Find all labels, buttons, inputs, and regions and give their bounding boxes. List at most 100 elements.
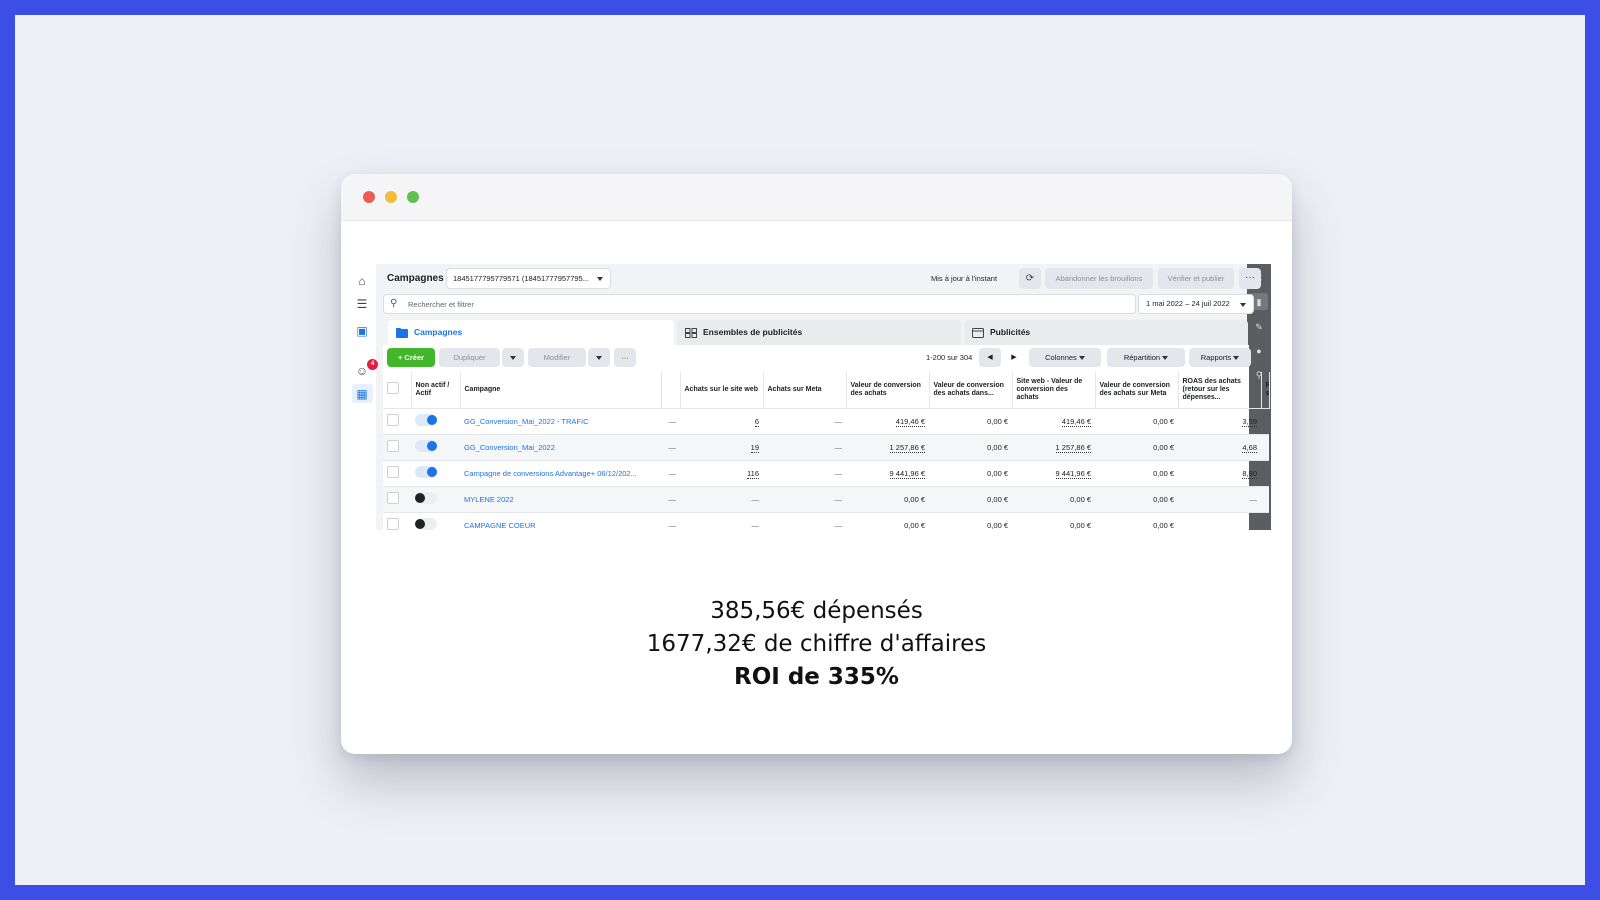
left-nav: ⌂ ☰ ▣ ☺ 4 ▦ bbox=[348, 264, 378, 530]
notification-badge: 4 bbox=[367, 359, 378, 370]
cell-value[interactable]: 419,46 € bbox=[1061, 416, 1091, 427]
table-row[interactable]: GG_Conversion_Mai_2022 - TRAFIC — 6 — 41… bbox=[383, 408, 1269, 435]
close-window-button[interactable] bbox=[363, 191, 375, 203]
status-toggle[interactable] bbox=[415, 466, 437, 478]
status-toggle[interactable] bbox=[415, 492, 437, 504]
toggle-knob bbox=[427, 467, 437, 477]
menu-icon[interactable]: ☰ bbox=[355, 297, 369, 311]
account-icon[interactable]: ▣ bbox=[355, 324, 369, 338]
more-options-button[interactable]: ··· bbox=[1239, 268, 1261, 289]
review-publish-button[interactable]: Vérifier et publier bbox=[1158, 268, 1234, 289]
cell-value[interactable]: 116 bbox=[747, 468, 759, 479]
status-toggle[interactable] bbox=[415, 440, 437, 452]
table-row[interactable]: MYLENE 2022 — — — 0,00 € 0,00 € 0,00 € 0… bbox=[383, 486, 1269, 513]
search-filter-bar[interactable]: ⚲ Rechercher et filtrer bbox=[383, 294, 1136, 314]
home-icon[interactable]: ⌂ bbox=[355, 274, 369, 288]
table-row[interactable]: CAMPAGNE COEUR — — — 0,00 € 0,00 € 0,00 … bbox=[383, 512, 1269, 530]
cell bbox=[1261, 512, 1269, 530]
maximize-window-button[interactable] bbox=[407, 191, 419, 203]
campaign-name-link[interactable]: GG_Conversion_Mai_2022 bbox=[460, 434, 661, 461]
row-status bbox=[411, 434, 460, 461]
reports-button[interactable]: Rapports bbox=[1189, 348, 1251, 367]
status-toggle[interactable] bbox=[415, 414, 437, 426]
previous-page-button[interactable]: ◀ bbox=[979, 348, 1001, 367]
edit-button[interactable]: Modifier bbox=[528, 348, 586, 367]
table-icon[interactable]: ▦ bbox=[355, 387, 369, 401]
minimize-window-button[interactable] bbox=[385, 191, 397, 203]
cell: — bbox=[661, 512, 680, 530]
cell-value[interactable]: 419,46 € bbox=[895, 416, 925, 427]
cell: 0,00 € bbox=[1095, 434, 1178, 461]
cell: — bbox=[680, 512, 763, 530]
duplicate-button[interactable]: Dupliquer bbox=[439, 348, 500, 367]
tab-ads[interactable]: Publicités bbox=[964, 320, 1248, 345]
more-actions-button[interactable]: ··· bbox=[614, 348, 636, 367]
cell: 8,90 bbox=[1178, 460, 1261, 487]
row-checkbox[interactable] bbox=[387, 492, 399, 504]
chart-icon[interactable]: ▮ bbox=[1252, 295, 1266, 309]
cell-value[interactable]: 9 441,96 € bbox=[1055, 468, 1091, 479]
meta-conv-value-header[interactable]: Valeur de conversion des achats sur Meta bbox=[1095, 372, 1179, 409]
cell-value[interactable]: 4,68 bbox=[1242, 442, 1257, 453]
tab-label: Ensembles de publicités bbox=[703, 327, 803, 337]
refresh-button[interactable]: ⟳ bbox=[1019, 268, 1041, 289]
chevron-down-icon bbox=[1162, 356, 1169, 361]
duplicate-menu-button[interactable] bbox=[502, 348, 524, 367]
roas-header[interactable]: ROAS des achats (retour sur les dépenses… bbox=[1178, 372, 1262, 409]
cell-value[interactable]: 6 bbox=[754, 416, 759, 427]
updated-status: Mis à jour à l'instant bbox=[931, 274, 998, 283]
pencil-icon[interactable]: ✎ bbox=[1252, 320, 1266, 334]
campaign-name-link[interactable]: CAMPAGNE COEUR bbox=[460, 512, 661, 530]
chevron-down-icon bbox=[510, 356, 516, 361]
row-checkbox[interactable] bbox=[387, 414, 399, 426]
campaign-name-link[interactable]: Campagne de conversions Advantage+ 06/12… bbox=[460, 460, 661, 487]
status-header[interactable]: Non actif / Actif bbox=[411, 372, 461, 409]
edit-menu-button[interactable] bbox=[588, 348, 610, 367]
campaign-name-link[interactable]: MYLENE 2022 bbox=[460, 486, 661, 513]
row-checkbox[interactable] bbox=[387, 440, 399, 452]
cell-value[interactable]: 19 bbox=[750, 442, 759, 453]
ad-icon bbox=[972, 328, 984, 338]
table-header-row: Non actif / Actif Campagne Achats sur le… bbox=[383, 372, 1270, 409]
columns-button[interactable]: Colonnes bbox=[1029, 348, 1101, 367]
cell: 0,00 € bbox=[1012, 512, 1095, 530]
tab-campaigns[interactable]: Campagnes bbox=[388, 320, 674, 345]
meta-purchases-header[interactable]: Achats sur Meta bbox=[763, 372, 847, 409]
web-purchases-header[interactable]: Achats sur le site web bbox=[680, 372, 764, 409]
breakdown-button[interactable]: Répartition bbox=[1107, 348, 1185, 367]
search-input[interactable]: Rechercher et filtrer bbox=[408, 300, 474, 309]
cell: — bbox=[763, 408, 846, 435]
row-select bbox=[383, 460, 411, 487]
extra-header[interactable]: P s bbox=[1261, 372, 1270, 409]
campaign-name-link[interactable]: GG_Conversion_Mai_2022 - TRAFIC bbox=[460, 408, 661, 435]
row-checkbox[interactable] bbox=[387, 518, 399, 530]
next-page-button[interactable]: ▶ bbox=[1003, 348, 1025, 367]
cell-value[interactable]: 9 441,96 € bbox=[889, 468, 925, 479]
cell: 0,00 € bbox=[929, 408, 1012, 435]
web-conv-value-header[interactable]: Site web - Valeur de conversion des acha… bbox=[1012, 372, 1096, 409]
row-checkbox[interactable] bbox=[387, 466, 399, 478]
sort-header[interactable] bbox=[661, 372, 681, 409]
select-all-checkbox[interactable] bbox=[387, 382, 399, 395]
tab-ad-sets[interactable]: Ensembles de publicités bbox=[677, 320, 961, 345]
cell: 9 441,96 € bbox=[846, 460, 929, 487]
cell-value[interactable]: 8,90 bbox=[1242, 468, 1257, 479]
cell: 0,00 € bbox=[1095, 460, 1178, 487]
cell-value[interactable]: 3,59 bbox=[1242, 416, 1257, 427]
cell-value[interactable]: 1 257,86 € bbox=[1055, 442, 1091, 453]
account-select[interactable]: 1845177795779571 (18451777957795... bbox=[446, 268, 611, 289]
clock-icon[interactable]: ● bbox=[1252, 344, 1266, 358]
cell: 6 bbox=[680, 408, 763, 435]
conv-value-in-header[interactable]: Valeur de conversion des achats dans... bbox=[929, 372, 1013, 409]
table-row[interactable]: GG_Conversion_Mai_2022 — 19 — 1 257,86 €… bbox=[383, 434, 1269, 461]
create-button[interactable]: + Créer bbox=[387, 348, 435, 367]
discard-drafts-button[interactable]: Abandonner les brouillons bbox=[1045, 268, 1153, 289]
campaign-header[interactable]: Campagne bbox=[460, 372, 662, 409]
cell-value[interactable]: 1 257,86 € bbox=[889, 442, 925, 453]
table-row[interactable]: Campagne de conversions Advantage+ 06/12… bbox=[383, 460, 1269, 487]
chevron-down-icon bbox=[596, 356, 602, 361]
conv-value-header[interactable]: Valeur de conversion des achats bbox=[846, 372, 930, 409]
date-range-picker[interactable]: 1 mai 2022 – 24 juil 2022 bbox=[1138, 294, 1254, 314]
status-toggle[interactable] bbox=[415, 518, 437, 530]
cell: 19 bbox=[680, 434, 763, 461]
